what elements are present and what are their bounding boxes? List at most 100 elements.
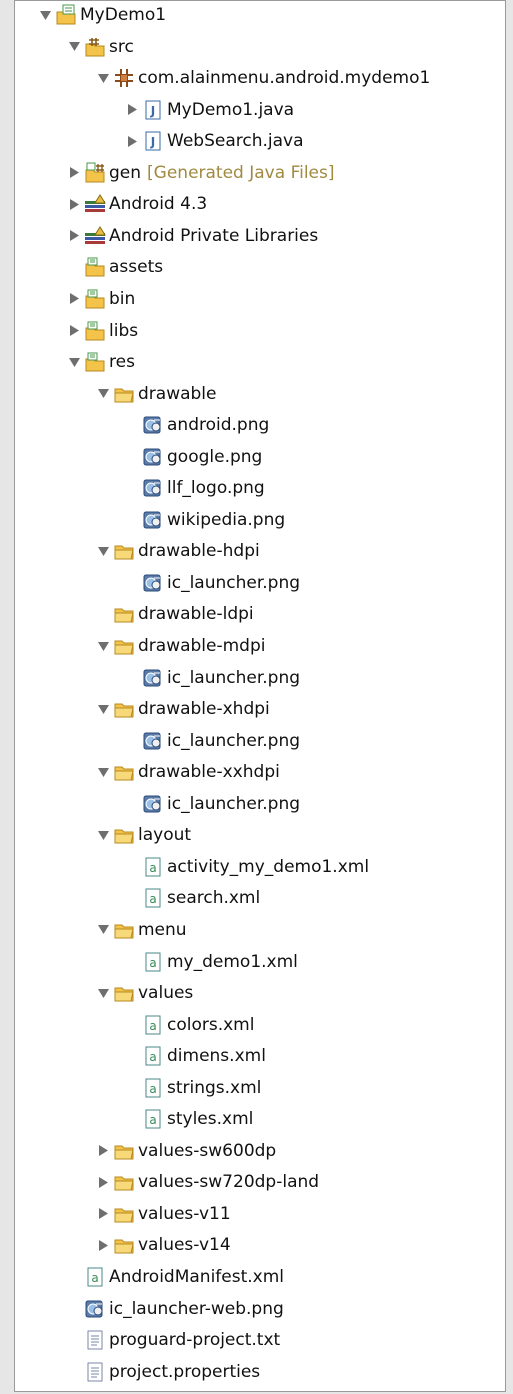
tree-item[interactable]: ic_launcher.png xyxy=(15,725,505,756)
package-explorer-tree: MyDemo1 src com.alainmenu.android.mydemo1 J… xyxy=(14,0,506,1392)
tree-item[interactable]: ic_launcher.png xyxy=(15,662,505,693)
tree-item[interactable]: drawable xyxy=(15,378,505,409)
xml-file-icon: a xyxy=(142,856,164,878)
resource-folder-icon xyxy=(84,288,106,310)
tree-item[interactable]: values xyxy=(15,978,505,1009)
expanded-arrow-icon[interactable] xyxy=(37,6,53,24)
tree-item[interactable]: src xyxy=(15,31,505,62)
svg-text:a: a xyxy=(149,956,156,970)
tree-item[interactable]: Android Private Libraries xyxy=(15,220,505,251)
tree-item-label: drawable-hdpi xyxy=(138,541,260,562)
tree-item[interactable]: drawable-xhdpi xyxy=(15,694,505,725)
tree-item-label: Android 4.3 xyxy=(109,194,208,215)
tree-item[interactable]: drawable-xxhdpi xyxy=(15,757,505,788)
tree-item[interactable]: J WebSearch.java xyxy=(15,126,505,157)
tree-item[interactable]: drawable-hdpi xyxy=(15,536,505,567)
collapsed-arrow-icon[interactable] xyxy=(124,101,140,119)
folder-icon xyxy=(113,1171,135,1193)
expanded-arrow-icon[interactable] xyxy=(95,763,111,781)
expanded-arrow-icon[interactable] xyxy=(95,637,111,655)
tree-item[interactable]: bin xyxy=(15,283,505,314)
tree-item[interactable]: project.properties xyxy=(15,1356,505,1387)
tree-item[interactable]: a search.xml xyxy=(15,883,505,914)
tree-item[interactable]: menu xyxy=(15,914,505,945)
tree-item[interactable]: a my_demo1.xml xyxy=(15,946,505,977)
tree-item[interactable]: ic_launcher.png xyxy=(15,567,505,598)
expanded-arrow-icon[interactable] xyxy=(95,826,111,844)
folder-icon xyxy=(113,383,135,405)
collapsed-arrow-icon[interactable] xyxy=(124,132,140,150)
tree-item[interactable]: values-sw720dp-land xyxy=(15,1167,505,1198)
tree-item[interactable]: Android 4.3 xyxy=(15,189,505,220)
collapsed-arrow-icon[interactable] xyxy=(66,290,82,308)
expanded-arrow-icon[interactable] xyxy=(95,921,111,939)
xml-file-icon: a xyxy=(142,951,164,973)
tree-item-label: llf_logo.png xyxy=(167,478,265,499)
resource-folder-icon xyxy=(84,351,106,373)
collapsed-arrow-icon[interactable] xyxy=(66,322,82,340)
collapsed-arrow-icon[interactable] xyxy=(95,1236,111,1254)
tree-item[interactable]: a activity_my_demo1.xml xyxy=(15,851,505,882)
expanded-arrow-icon[interactable] xyxy=(66,353,82,371)
tree-item-label: ic_launcher.png xyxy=(167,667,301,688)
collapsed-arrow-icon[interactable] xyxy=(66,195,82,213)
tree-item-label: strings.xml xyxy=(167,1077,262,1098)
collapsed-arrow-icon[interactable] xyxy=(95,1173,111,1191)
expanded-arrow-icon[interactable] xyxy=(95,700,111,718)
expanded-arrow-icon[interactable] xyxy=(95,984,111,1002)
xml-file-icon: a xyxy=(142,1014,164,1036)
collapsed-arrow-icon[interactable] xyxy=(66,227,82,245)
tree-item[interactable]: values-sw600dp xyxy=(15,1135,505,1166)
collapsed-arrow-icon[interactable] xyxy=(95,1205,111,1223)
xml-file-icon: a xyxy=(142,887,164,909)
folder-icon xyxy=(113,635,135,657)
image-file-icon xyxy=(142,509,164,531)
tree-item[interactable]: values-v14 xyxy=(15,1230,505,1261)
image-file-icon xyxy=(142,477,164,499)
tree-item[interactable]: com.alainmenu.android.mydemo1 xyxy=(15,63,505,94)
image-file-icon xyxy=(142,414,164,436)
expanded-arrow-icon[interactable] xyxy=(66,38,82,56)
folder-icon xyxy=(113,603,135,625)
tree-item[interactable]: a dimens.xml xyxy=(15,1041,505,1072)
collapsed-arrow-icon[interactable] xyxy=(95,1142,111,1160)
image-file-icon xyxy=(142,446,164,468)
tree-item[interactable]: libs xyxy=(15,315,505,346)
tree-item[interactable]: android.png xyxy=(15,410,505,441)
expanded-arrow-icon[interactable] xyxy=(95,69,111,87)
tree-item[interactable]: ic_launcher-web.png xyxy=(15,1293,505,1324)
tree-item[interactable]: wikipedia.png xyxy=(15,504,505,535)
xml-file-icon: a xyxy=(142,1045,164,1067)
tree-item-label: project.properties xyxy=(109,1361,261,1382)
tree-item[interactable]: a colors.xml xyxy=(15,1009,505,1040)
tree-item[interactable]: drawable-mdpi xyxy=(15,631,505,662)
tree-item[interactable]: ic_launcher.png xyxy=(15,788,505,819)
tree-item[interactable]: values-v11 xyxy=(15,1198,505,1229)
collapsed-arrow-icon[interactable] xyxy=(66,164,82,182)
tree-item-label: menu xyxy=(138,919,187,940)
expanded-arrow-icon[interactable] xyxy=(95,542,111,560)
tree-item[interactable]: a AndroidManifest.xml xyxy=(15,1262,505,1293)
tree-item[interactable]: proguard-project.txt xyxy=(15,1325,505,1356)
svg-text:a: a xyxy=(91,1271,98,1285)
tree-item[interactable]: res xyxy=(15,347,505,378)
tree-item-label: proguard-project.txt xyxy=(109,1330,281,1351)
tree-item[interactable]: llf_logo.png xyxy=(15,473,505,504)
tree-item[interactable]: MyDemo1 xyxy=(15,1,505,31)
tree-item[interactable]: a strings.xml xyxy=(15,1072,505,1103)
tree-item-label: ic_launcher.png xyxy=(167,572,301,593)
tree-item[interactable]: assets xyxy=(15,252,505,283)
tree-item[interactable]: a styles.xml xyxy=(15,1104,505,1135)
tree-item[interactable]: layout xyxy=(15,820,505,851)
tree-item[interactable]: J MyDemo1.java xyxy=(15,94,505,125)
expanded-arrow-icon[interactable] xyxy=(95,385,111,403)
tree-item[interactable]: gen [Generated Java Files] xyxy=(15,157,505,188)
tree-item-label: ic_launcher-web.png xyxy=(109,1298,284,1319)
tree-item[interactable]: google.png xyxy=(15,441,505,472)
tree-item[interactable]: drawable-ldpi xyxy=(15,599,505,630)
